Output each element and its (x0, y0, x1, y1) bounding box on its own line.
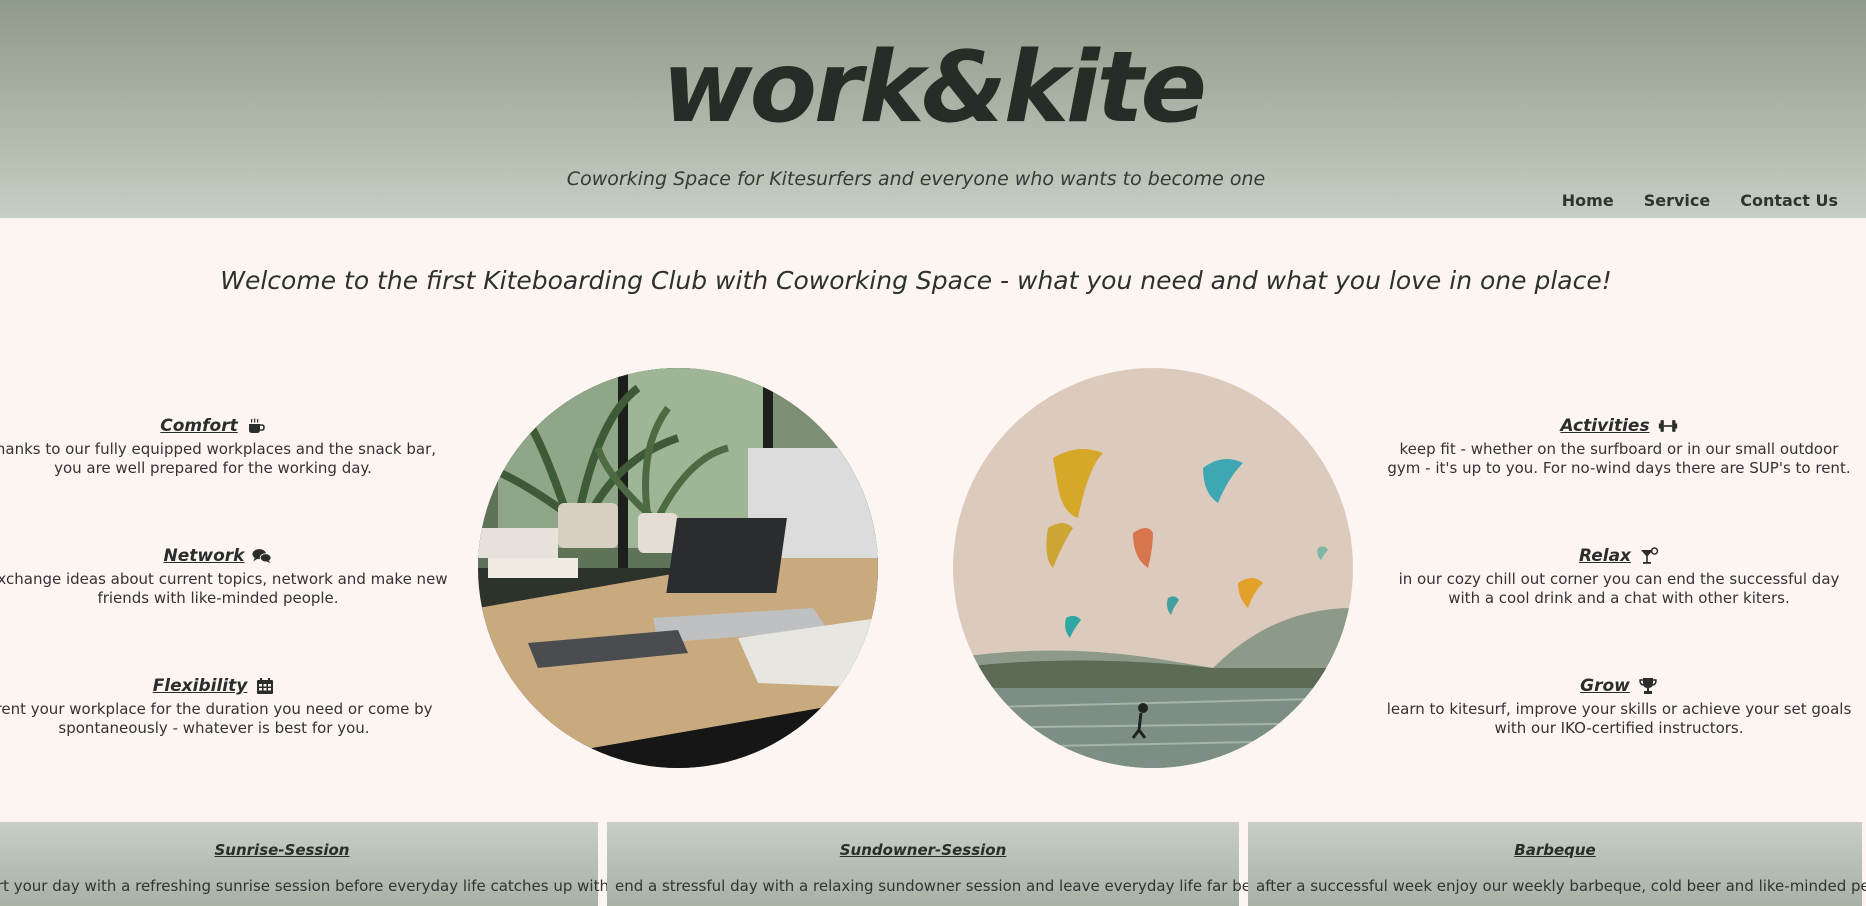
sessions-section: Sunrise-Session start your day with a re… (0, 822, 1866, 906)
feature-text: exchange ideas about current topics, net… (0, 570, 448, 607)
feature-text: thanks to our fully equipped workplaces … (0, 440, 437, 477)
feature-title-text: Network (163, 546, 245, 566)
feature-flexibility: Flexibility rent your workplace for the … (0, 676, 449, 738)
chat-bubbles-icon (252, 549, 273, 564)
feature-title: Flexibility (153, 676, 276, 696)
feature-comfort: Comfort thanks to our fully equipped wor… (0, 416, 448, 478)
kitesurfing-image (953, 368, 1353, 768)
nav-contact-link[interactable]: Contact Us (1740, 191, 1838, 210)
dumbbell-icon (1658, 420, 1677, 432)
nav-home-link[interactable]: Home (1562, 191, 1614, 210)
kitesurfing-photo (953, 368, 1353, 768)
feature-title: Comfort (160, 416, 265, 436)
feature-title-text: Relax (1578, 546, 1632, 566)
feature-title-text: Flexibility (152, 676, 248, 696)
feature-activities: Activities keep fit - whether on the sur… (1384, 416, 1854, 478)
session-card-sundowner: Sundowner-Session end a stressful day wi… (607, 822, 1289, 906)
session-title: Sunrise-Session (214, 841, 350, 859)
coffee-icon (248, 418, 265, 433)
feature-text: in our cozy chill out corner you can end… (1398, 570, 1840, 607)
feature-text: keep fit - whether on the surfboard or i… (1387, 440, 1851, 477)
feature-title-text: Grow (1580, 676, 1630, 696)
workspace-photo (478, 368, 878, 768)
feature-relax: Relax in our cozy chill out corner you c… (1384, 546, 1854, 608)
session-text: end a stressful day with a relaxing sund… (615, 877, 1289, 895)
feature-grow: Grow learn to kitesurf, improve your ski… (1384, 676, 1854, 738)
welcome-heading: Welcome to the first Kiteboarding Club w… (220, 266, 1612, 295)
feature-network: Network exchange ideas about current top… (0, 546, 453, 608)
session-text: start your day with a refreshing sunrise… (0, 877, 647, 895)
site-logo[interactable]: work&kite (0, 30, 1866, 148)
session-card-barbeque: Barbeque after a successful week enjoy o… (1248, 822, 1866, 906)
nav-service-link[interactable]: Service (1644, 191, 1711, 210)
session-text: after a successful week enjoy our weekly… (1256, 877, 1866, 895)
feature-title: Network (164, 546, 273, 566)
session-card-sunrise: Sunrise-Session start your day with a re… (0, 822, 647, 906)
header: work&kite Coworking Space for Kitesurfer… (0, 0, 1866, 218)
session-title: Sundowner-Session (839, 841, 1007, 859)
calendar-icon (257, 678, 274, 694)
cocktail-icon (1641, 547, 1659, 564)
feature-title: Grow (1580, 676, 1658, 696)
main-nav: Home Service Contact Us (1562, 191, 1838, 210)
feature-title-text: Activities (1560, 416, 1650, 436)
feature-title: Relax (1579, 546, 1659, 566)
feature-text: rent your workplace for the duration you… (0, 700, 433, 737)
feature-title-text: Comfort (160, 416, 238, 436)
session-title: Barbeque (1514, 841, 1596, 859)
feature-text: learn to kitesurf, improve your skills o… (1386, 700, 1852, 737)
feature-title: Activities (1560, 416, 1677, 436)
trophy-icon (1639, 678, 1657, 694)
site-tagline: Coworking Space for Kitesurfers and ever… (566, 168, 1266, 190)
workspace-image (478, 368, 878, 768)
